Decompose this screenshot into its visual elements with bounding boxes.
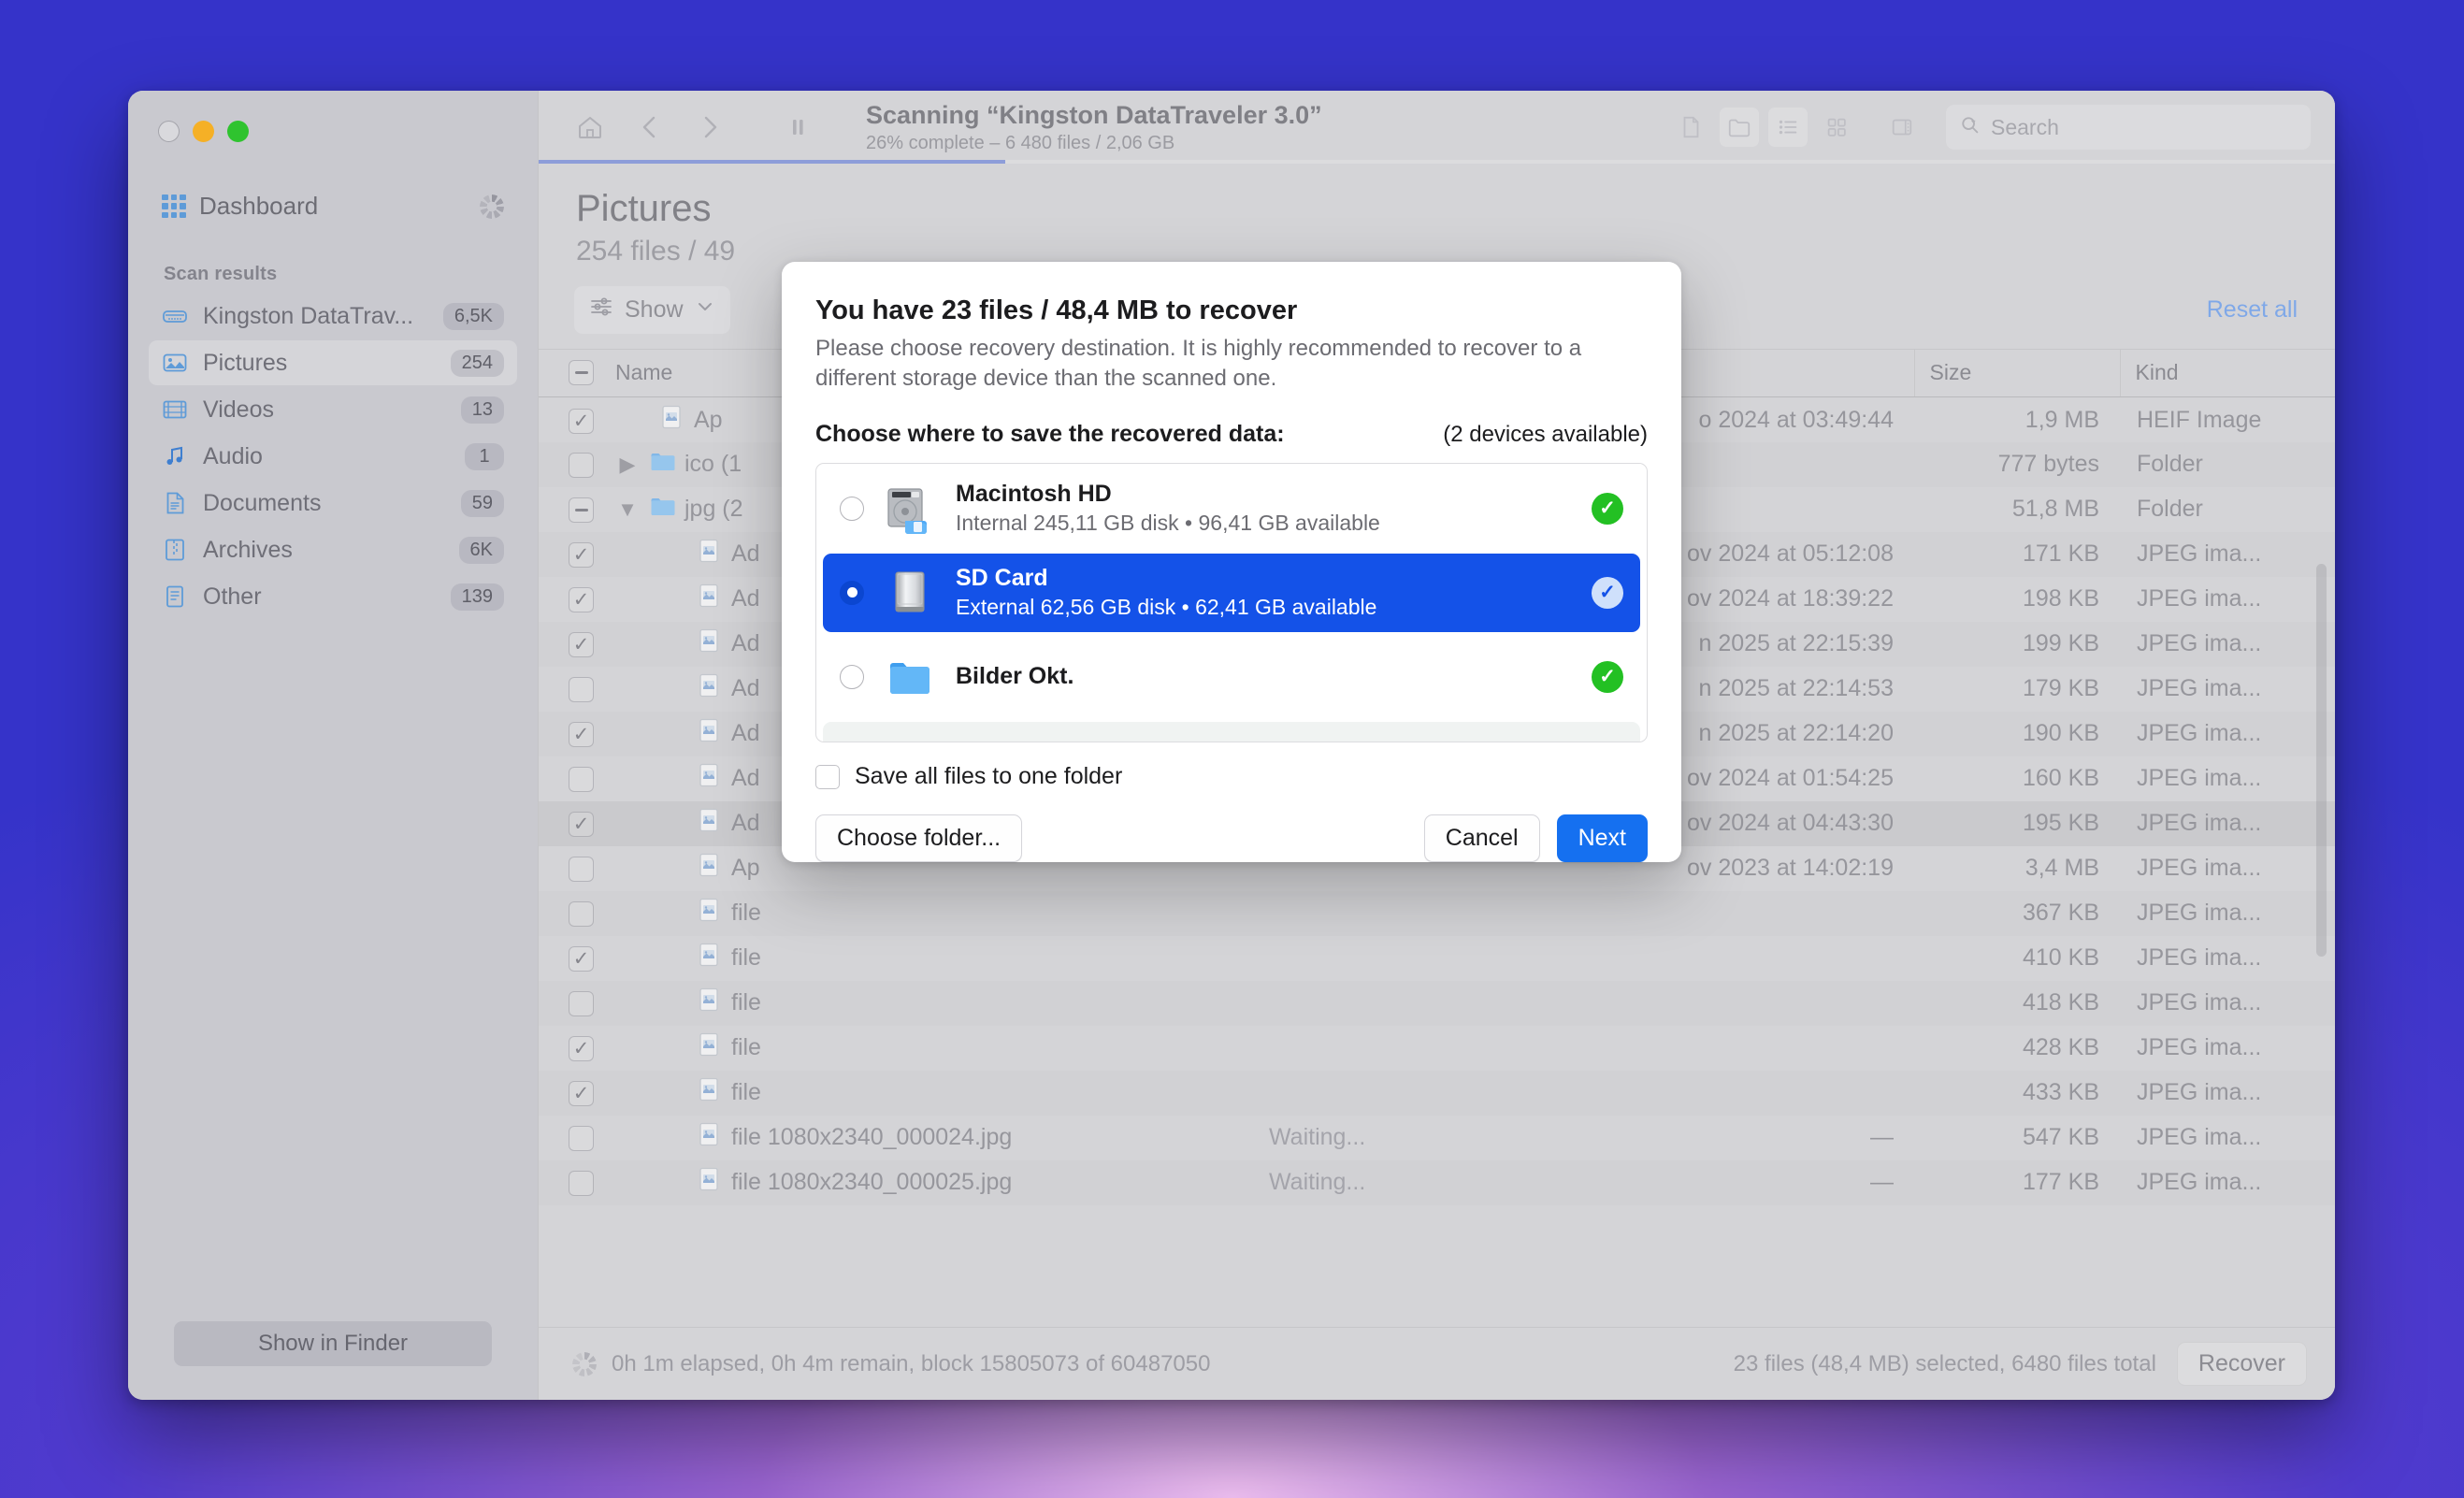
- device-row-sd-card[interactable]: SD Card External 62,56 GB disk • 62,41 G…: [823, 553, 1640, 632]
- sidebar-item-kingston-datatraveler[interactable]: Kingston DataTrav... 6,5K: [149, 294, 517, 338]
- other-icon: [162, 583, 188, 610]
- archive-icon: [162, 537, 188, 563]
- audio-icon: [162, 443, 188, 469]
- device-name: SD Card: [956, 565, 1048, 592]
- dialog-description: Please choose recovery destination. It i…: [815, 336, 1582, 392]
- sidebar-item-badge: 13: [460, 396, 504, 424]
- device-text: SD Card External 62,56 GB disk • 62,41 G…: [956, 565, 1571, 620]
- save-one-folder-label: Save all files to one folder: [855, 763, 1123, 789]
- sidebar-item-badge: 139: [450, 583, 504, 611]
- device-detail: External 62,56 GB disk • 62,41 GB availa…: [956, 595, 1377, 620]
- picture-icon: [162, 350, 188, 376]
- cancel-button[interactable]: Cancel: [1423, 814, 1540, 862]
- device-detail: Internal 245,11 GB disk • 96,41 GB avail…: [956, 511, 1380, 536]
- device-name: Bilder Okt.: [956, 663, 1074, 690]
- device-row-bilder-okt[interactable]: Bilder Okt. ✓: [823, 638, 1640, 716]
- device-list[interactable]: Macintosh HD Internal 245,11 GB disk • 9…: [815, 462, 1648, 742]
- sidebar-item-badge: 254: [450, 349, 504, 377]
- show-in-finder-button[interactable]: Show in Finder: [174, 1321, 492, 1366]
- sidebar-footer: Show in Finder: [128, 1321, 538, 1400]
- device-row-placeholder: [823, 721, 1640, 742]
- external-disk-icon: [885, 568, 935, 618]
- sidebar-section-scan-results: Scan results: [164, 264, 278, 284]
- device-compatible-badge: ✓: [1592, 576, 1623, 609]
- sidebar-item-label: Documents: [203, 489, 322, 516]
- close-window-button[interactable]: [158, 121, 180, 142]
- save-one-folder-checkbox[interactable]: [815, 764, 840, 789]
- device-compatible-badge: ✓: [1592, 492, 1623, 525]
- maximize-window-button[interactable]: [227, 121, 249, 142]
- device-text: Bilder Okt.: [956, 663, 1571, 690]
- document-icon: [162, 490, 188, 516]
- sidebar-item-label: Audio: [203, 442, 263, 469]
- dialog-choose-row: Choose where to save the recovered data:…: [815, 421, 1648, 448]
- sidebar-item-documents[interactable]: Documents 59: [149, 481, 517, 526]
- sidebar-item-badge: 59: [460, 489, 504, 517]
- device-name: Macintosh HD: [956, 481, 1112, 508]
- folder-icon: [885, 652, 935, 702]
- video-icon: [162, 396, 188, 423]
- sidebar-item-label: Archives: [203, 536, 293, 563]
- sidebar-item-dashboard[interactable]: Dashboard: [149, 182, 517, 230]
- internal-disk-icon: [885, 483, 935, 534]
- devices-available-count: (2 devices available): [1443, 421, 1648, 447]
- sidebar-item-videos[interactable]: Videos 13: [149, 387, 517, 432]
- drive-icon: [162, 303, 188, 329]
- choose-destination-label: Choose where to save the recovered data:: [815, 420, 1285, 447]
- save-one-folder-row[interactable]: Save all files to one folder: [815, 763, 1648, 790]
- sidebar-item-badge: 1: [465, 442, 504, 470]
- grid-icon: [162, 194, 186, 219]
- device-text: Macintosh HD Internal 245,11 GB disk • 9…: [956, 481, 1571, 536]
- sidebar-dashboard-label: Dashboard: [199, 192, 319, 220]
- sidebar-item-other[interactable]: Other 139: [149, 574, 517, 619]
- device-radio[interactable]: [840, 496, 864, 521]
- device-radio[interactable]: [840, 580, 864, 605]
- recovery-destination-dialog: You have 23 files / 48,4 MB to recover P…: [782, 262, 1681, 862]
- minimize-window-button[interactable]: [193, 121, 214, 142]
- device-radio[interactable]: [840, 664, 864, 689]
- sidebar-item-pictures[interactable]: Pictures 254: [149, 340, 517, 385]
- sidebar-item-archives[interactable]: Archives 6K: [149, 527, 517, 572]
- dialog-title: You have 23 files / 48,4 MB to recover: [815, 295, 1298, 325]
- device-compatible-badge: ✓: [1592, 660, 1623, 693]
- next-button[interactable]: Next: [1556, 814, 1648, 862]
- window-traffic-lights: [128, 91, 538, 164]
- sidebar-item-label: Other: [203, 583, 262, 610]
- sidebar-item-audio[interactable]: Audio 1: [149, 434, 517, 479]
- sidebar-item-label: Videos: [203, 396, 274, 423]
- sidebar: Dashboard Scan results Kingston DataTrav…: [128, 91, 538, 1400]
- sidebar-item-badge: 6,5K: [442, 302, 504, 330]
- activity-spinner-icon: [480, 194, 504, 219]
- choose-folder-button[interactable]: Choose folder...: [815, 814, 1023, 862]
- device-row-macintosh-hd[interactable]: Macintosh HD Internal 245,11 GB disk • 9…: [823, 469, 1640, 548]
- sidebar-item-badge: 6K: [458, 536, 504, 564]
- dialog-footer: Choose folder... Cancel Next: [815, 814, 1648, 862]
- sidebar-item-label: Kingston DataTrav...: [203, 302, 414, 329]
- sidebar-item-label: Pictures: [203, 349, 288, 376]
